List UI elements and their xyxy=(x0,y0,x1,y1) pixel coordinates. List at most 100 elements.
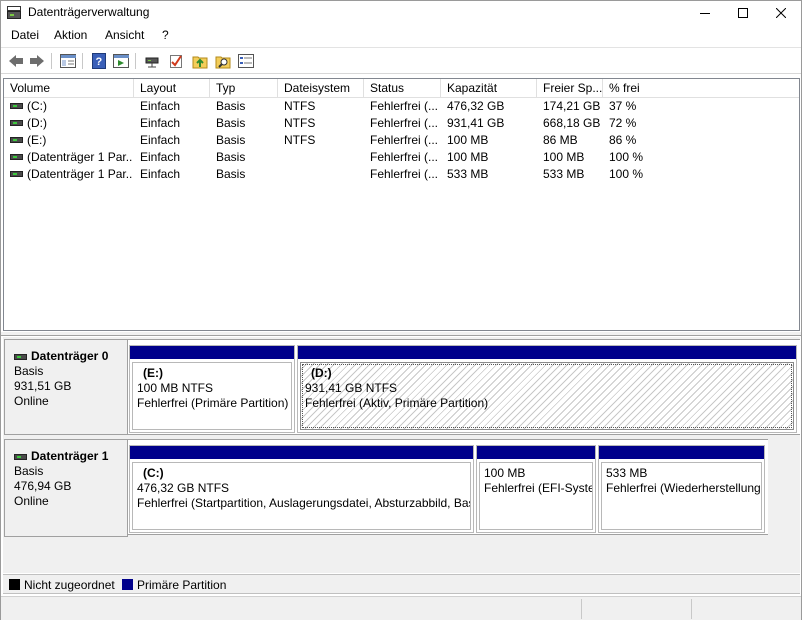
volume-cell-dateisystem xyxy=(284,149,362,166)
close-button[interactable] xyxy=(763,1,799,25)
app-window: Datenträgerverwaltung Datei Aktion Ansic… xyxy=(0,0,802,620)
partition-c-status: Fehlerfrei (Startpartition, Auslagerungs… xyxy=(137,496,471,510)
volume-cell-status: Fehlerfrei (... xyxy=(370,150,439,164)
partition-recovery-size: 533 MB xyxy=(606,466,648,480)
back-arrow-icon xyxy=(9,55,23,67)
partition-efi[interactable]: 100 MB Fehlerfrei (EFI-Systen xyxy=(476,445,596,533)
volume-cell-kapazitaet: 100 MB xyxy=(447,133,489,147)
menu-bar: Datei Aktion Ansicht ? xyxy=(1,25,801,46)
partition-c-size: 476,32 GB NTFS xyxy=(137,481,230,495)
menu-ansicht[interactable]: Ansicht xyxy=(105,28,144,42)
volume-icon xyxy=(10,119,23,126)
properties-icon xyxy=(238,54,254,68)
partition-c[interactable]: (C:) 476,32 GB NTFS Fehlerfrei (Startpar… xyxy=(129,445,474,533)
disk-0-label[interactable]: Datenträger 0 Basis 931,51 GB Online xyxy=(4,339,128,435)
volume-cell-typ: Basis xyxy=(216,133,246,147)
column-header-prozent-frei[interactable]: % frei xyxy=(603,79,799,98)
volume-icon xyxy=(10,170,23,177)
pane-splitter[interactable] xyxy=(1,332,801,336)
volume-cell-layout: Einfach xyxy=(140,150,181,164)
volume-cell-volume: (C:) xyxy=(10,98,132,115)
connect-drive-button[interactable] xyxy=(144,52,162,70)
volume-cell-typ: Basis xyxy=(216,167,246,181)
column-header-status[interactable]: Status xyxy=(364,79,441,98)
help-button[interactable]: ? xyxy=(90,52,108,70)
toolbar-separator xyxy=(51,53,52,69)
up-folder-button[interactable] xyxy=(191,52,209,70)
legend-label-unallocated: Nicht zugeordnet xyxy=(24,578,115,592)
volume-name: (E:) xyxy=(27,133,47,147)
disk-1-name-row: Datenträger 1 xyxy=(14,449,127,464)
svg-text:?: ? xyxy=(96,56,103,68)
column-header-layout[interactable]: Layout xyxy=(134,79,210,98)
disk-1-size: 476,94 GB xyxy=(14,479,72,493)
partition-recovery[interactable]: 533 MB Fehlerfrei (Wiederherstellung xyxy=(598,445,765,533)
volume-cell-volume: (Datenträger 1 Par... xyxy=(10,166,132,183)
partition-type-bar xyxy=(130,446,473,459)
volume-cell-layout: Einfach xyxy=(140,167,181,181)
partition-d-name: (D:) xyxy=(311,366,332,380)
volume-cell-prozent-frei: 100 % xyxy=(609,150,644,164)
partition-type-bar xyxy=(298,346,796,359)
close-icon xyxy=(776,8,786,18)
properties-button[interactable] xyxy=(237,52,255,70)
legend: Nicht zugeordnet Primäre Partition xyxy=(3,574,800,594)
partition-recovery-body: 533 MB Fehlerfrei (Wiederherstellung xyxy=(601,462,762,530)
partition-e-status: Fehlerfrei (Primäre Partition) xyxy=(137,396,289,410)
export-list-button[interactable] xyxy=(112,52,130,70)
volume-cell-prozent-frei: 86 % xyxy=(609,133,637,147)
disk-1-label[interactable]: Datenträger 1 Basis 476,94 GB Online xyxy=(4,439,128,537)
volume-cell-layout: Einfach xyxy=(140,116,181,130)
console-tree-button[interactable] xyxy=(59,52,77,70)
column-header-kapazitaet[interactable]: Kapazität xyxy=(441,79,537,98)
column-header-dateisystem[interactable]: Dateisystem xyxy=(278,79,364,98)
search-folder-button[interactable] xyxy=(214,52,232,70)
volume-cell-freier-speicher: 174,21 GB xyxy=(543,99,601,113)
disk-0-name: Datenträger 0 xyxy=(31,349,109,363)
volume-list[interactable]: Volume Layout Typ Dateisystem Status Kap… xyxy=(3,78,800,331)
maximize-button[interactable] xyxy=(725,1,761,25)
volume-cell-prozent-frei: 100 % xyxy=(609,167,644,181)
toolbar-separator xyxy=(82,53,83,69)
menu-help[interactable]: ? xyxy=(162,28,169,42)
volume-cell-typ: Basis xyxy=(216,116,246,130)
disk-0-name-row: Datenträger 0 xyxy=(14,349,127,364)
volume-cell-dateisystem: NTFS xyxy=(284,99,316,113)
column-header-volume[interactable]: Volume xyxy=(4,79,134,98)
title-bar: Datenträgerverwaltung xyxy=(1,1,801,25)
disk-management-icon xyxy=(7,6,21,19)
volume-cell-dateisystem: NTFS xyxy=(284,133,316,147)
volume-cell-volume: (Datenträger 1 Par... xyxy=(10,149,132,166)
volume-icon xyxy=(10,136,23,143)
toolbar: ? xyxy=(1,47,801,74)
partition-d[interactable]: (D:) 931,41 GB NTFS Fehlerfrei (Aktiv, P… xyxy=(297,345,797,433)
disk-icon xyxy=(14,453,27,460)
column-header-freier-speicher[interactable]: Freier Sp... xyxy=(537,79,603,98)
volume-cell-layout: Einfach xyxy=(140,133,181,147)
partition-c-name: (C:) xyxy=(143,466,164,480)
volume-cell-prozent-frei: 37 % xyxy=(609,99,637,113)
up-folder-icon xyxy=(192,56,208,69)
volume-cell-freier-speicher: 86 MB xyxy=(543,133,578,147)
volume-name: (Datenträger 1 Par... xyxy=(27,150,132,164)
console-tree-icon xyxy=(60,54,76,68)
check-button[interactable] xyxy=(167,52,185,70)
partition-d-body: (D:) 931,41 GB NTFS Fehlerfrei (Aktiv, P… xyxy=(300,362,794,430)
volume-cell-dateisystem xyxy=(284,166,362,183)
export-list-icon xyxy=(113,54,129,68)
check-icon xyxy=(170,55,182,68)
menu-datei[interactable]: Datei xyxy=(11,28,39,42)
partition-e-size: 100 MB NTFS xyxy=(137,381,214,395)
partition-d-status: Fehlerfrei (Aktiv, Primäre Partition) xyxy=(305,396,489,410)
menu-aktion[interactable]: Aktion xyxy=(54,28,87,42)
forward-button[interactable] xyxy=(28,52,46,70)
volume-cell-kapazitaet: 100 MB xyxy=(447,150,489,164)
minimize-button[interactable] xyxy=(687,1,723,25)
partition-e[interactable]: (E:) 100 MB NTFS Fehlerfrei (Primäre Par… xyxy=(129,345,295,433)
minimize-icon xyxy=(700,13,710,14)
column-header-typ[interactable]: Typ xyxy=(210,79,278,98)
search-folder-icon xyxy=(215,56,231,69)
partition-type-bar xyxy=(477,446,595,459)
volume-cell-layout: Einfach xyxy=(140,99,181,113)
back-button[interactable] xyxy=(7,52,25,70)
